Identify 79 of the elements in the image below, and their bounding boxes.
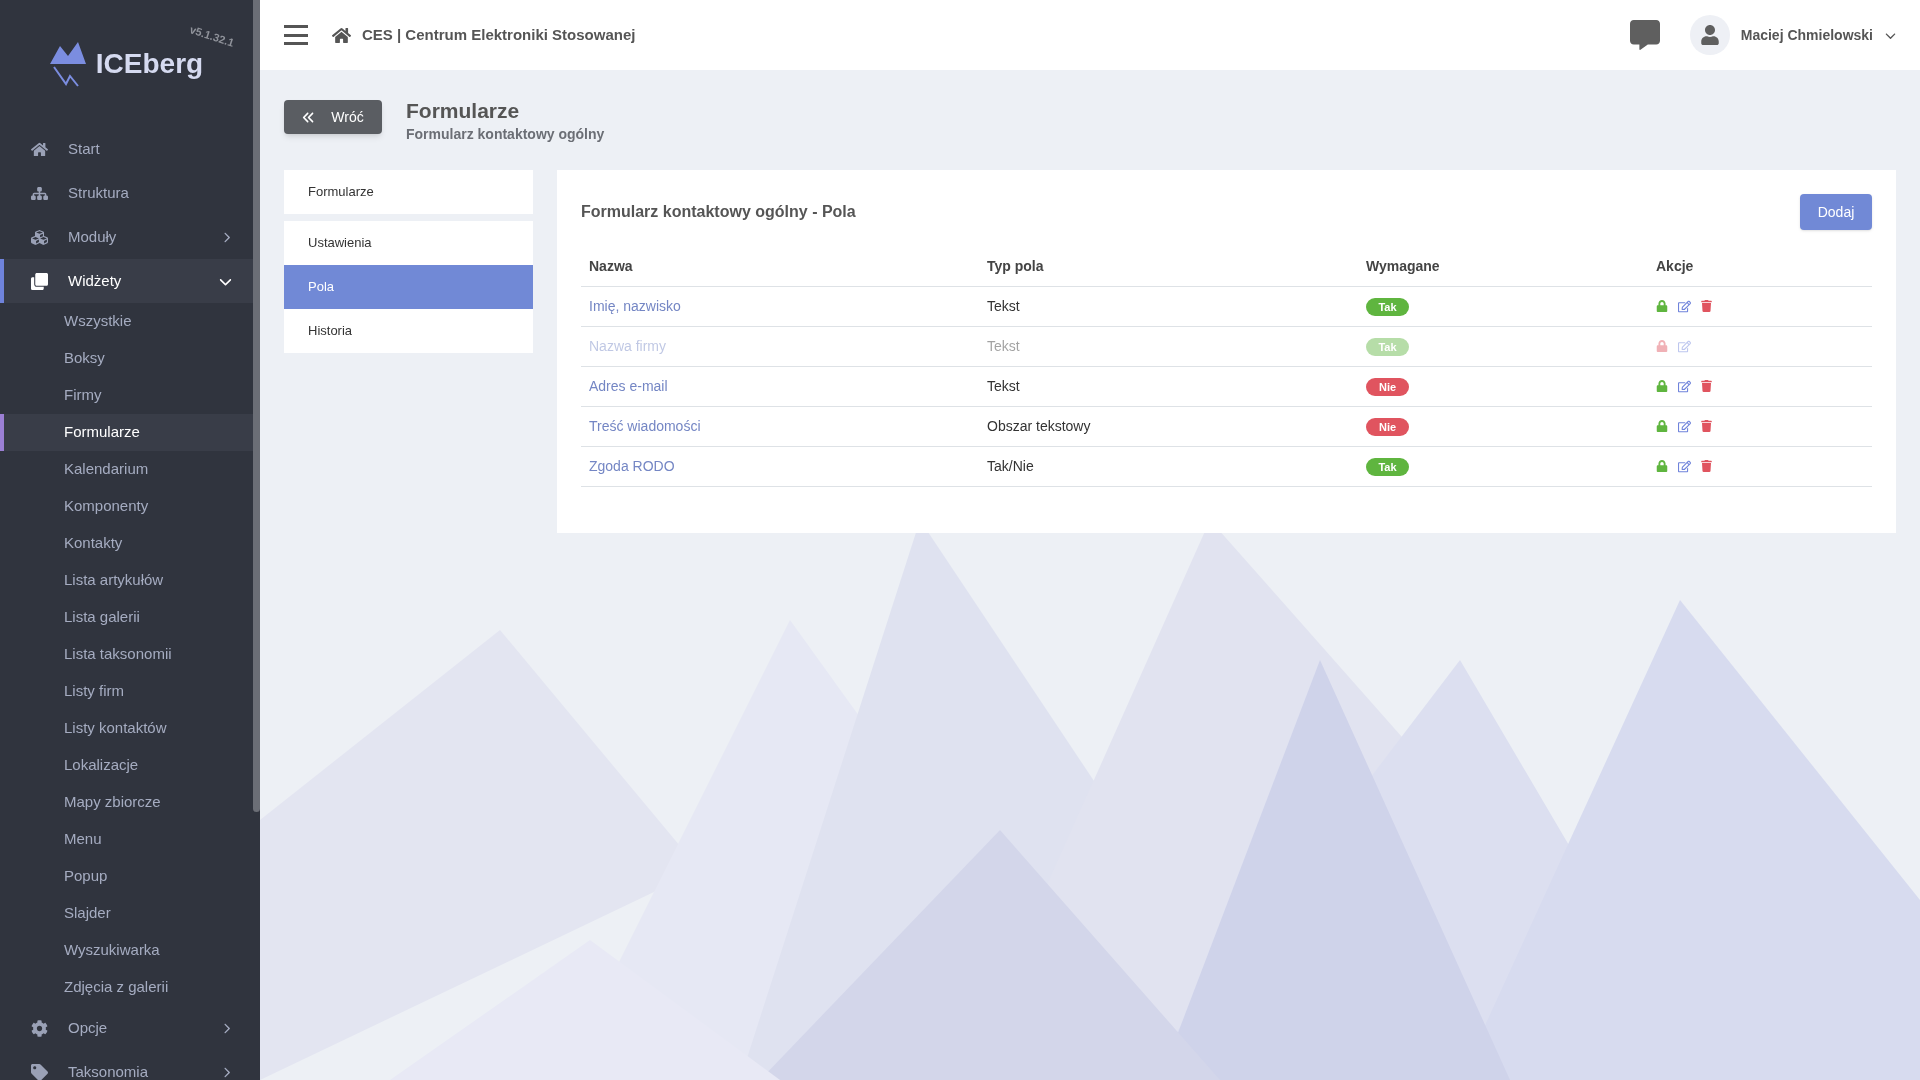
lock-icon[interactable] bbox=[1656, 300, 1668, 312]
logo-text: ICEberg bbox=[95, 47, 204, 81]
subnav-item[interactable]: Historia bbox=[284, 309, 533, 353]
user-name[interactable]: Maciej Chmielowski bbox=[1740, 24, 1873, 46]
delete-icon[interactable] bbox=[1701, 420, 1712, 432]
field-name-link[interactable]: Imię, nazwisko bbox=[589, 297, 681, 314]
field-name-link[interactable]: Adres e-mail bbox=[589, 377, 668, 394]
delete-icon[interactable] bbox=[1701, 380, 1712, 392]
breadcrumb[interactable]: CES | Centrum Elektroniki Stosowanej bbox=[362, 23, 636, 47]
sidebar-subitem[interactable]: Kalendarium bbox=[0, 451, 253, 488]
table-cell: Tak/Nie bbox=[979, 446, 1358, 486]
column-header: Nazwa bbox=[581, 248, 979, 286]
column-header: Akcje bbox=[1648, 248, 1872, 286]
sidebar-item[interactable]: Start bbox=[0, 127, 253, 171]
sidebar-subitem[interactable]: Slajder bbox=[0, 895, 253, 932]
scrollbar[interactable] bbox=[253, 0, 260, 812]
sidebar-subitem[interactable]: Zdjęcia z galerii bbox=[0, 969, 253, 1006]
table-cell: Tekst bbox=[979, 326, 1358, 366]
required-badge: Tak bbox=[1366, 337, 1409, 356]
required-badge: Nie bbox=[1366, 377, 1409, 396]
double-chevron-left-icon bbox=[302, 110, 316, 124]
sidebar-subitem[interactable]: Firmy bbox=[0, 377, 253, 414]
column-header: Wymagane bbox=[1358, 248, 1648, 286]
sidebar-subitem[interactable]: Lokalizacje bbox=[0, 747, 253, 784]
back-button[interactable]: Wróć bbox=[284, 100, 382, 134]
required-badge: Tak bbox=[1366, 297, 1409, 316]
sidebar-subitem[interactable]: Wszystkie bbox=[0, 303, 253, 340]
lock-icon[interactable] bbox=[1656, 420, 1668, 432]
sidebar-subitem[interactable]: Lista galerii bbox=[0, 599, 253, 636]
subnav-item[interactable]: Formularze bbox=[284, 170, 533, 214]
sidebar-subitem[interactable]: Formularze bbox=[0, 414, 253, 451]
field-name-link[interactable]: Treść wiadomości bbox=[589, 417, 701, 434]
edit-icon[interactable] bbox=[1678, 459, 1691, 473]
page-title: Formularze bbox=[406, 98, 521, 124]
edit-icon[interactable] bbox=[1678, 299, 1691, 313]
home-icon[interactable] bbox=[332, 25, 351, 45]
menu-icon[interactable] bbox=[284, 25, 308, 45]
sidebar-subitem[interactable]: Listy kontaktów bbox=[0, 710, 253, 747]
sidebar-subitem[interactable]: Mapy zbiorcze bbox=[0, 784, 253, 821]
sidebar-subitem[interactable]: Wyszukiwarka bbox=[0, 932, 253, 969]
table-cell: Tekst bbox=[979, 286, 1358, 326]
field-name-link[interactable]: Zgoda RODO bbox=[589, 457, 675, 474]
sidebar-subitem[interactable]: Kontakty bbox=[0, 525, 253, 562]
chat-icon[interactable] bbox=[1629, 20, 1660, 50]
subnav-item[interactable]: Ustawienia bbox=[284, 221, 533, 265]
required-badge: Tak bbox=[1366, 457, 1409, 476]
edit-icon[interactable] bbox=[1678, 419, 1691, 433]
edit-icon[interactable] bbox=[1678, 379, 1691, 393]
sidebar-subitem[interactable]: Komponenty bbox=[0, 488, 253, 525]
sidebar-subitem[interactable]: Lista artykułów bbox=[0, 562, 253, 599]
copy-icon bbox=[31, 272, 48, 290]
sidebar-subitem[interactable]: Lista taksonomii bbox=[0, 636, 253, 673]
sidebar-subitem[interactable]: Menu bbox=[0, 821, 253, 858]
sidebar-subitem[interactable]: Listy firm bbox=[0, 673, 253, 710]
tree-icon bbox=[31, 184, 48, 202]
tag-icon bbox=[31, 1063, 48, 1080]
sidebar-subitem[interactable]: Popup bbox=[0, 858, 253, 895]
sidebar-item[interactable]: Widżety bbox=[0, 259, 253, 303]
table-cell: Tekst bbox=[979, 366, 1358, 406]
sidebar-item[interactable]: Taksonomia bbox=[0, 1050, 253, 1080]
avatar-icon[interactable] bbox=[1689, 15, 1730, 55]
sidebar-item[interactable]: Opcje bbox=[0, 1006, 253, 1050]
table-cell: Obszar tekstowy bbox=[979, 406, 1358, 446]
delete-icon[interactable] bbox=[1701, 300, 1712, 312]
delete-icon[interactable] bbox=[1701, 460, 1712, 472]
page-subtitle: Formularz kontaktowy ogólny bbox=[406, 125, 605, 144]
column-header: Typ pola bbox=[979, 248, 1358, 286]
home-icon bbox=[31, 140, 48, 158]
required-badge: Nie bbox=[1366, 417, 1409, 436]
lock-icon[interactable] bbox=[1656, 460, 1668, 472]
add-button[interactable]: Dodaj bbox=[1800, 194, 1872, 230]
sidebar-item[interactable]: Moduły bbox=[0, 215, 253, 259]
card-title: Formularz kontaktowy ogólny - Pola bbox=[581, 202, 856, 222]
cubes-icon bbox=[31, 228, 48, 246]
sidebar-subitem[interactable]: Boksy bbox=[0, 340, 253, 377]
sidebar-item[interactable]: Struktura bbox=[0, 171, 253, 215]
settings-icon bbox=[31, 1019, 48, 1037]
lock-icon[interactable] bbox=[1656, 380, 1668, 392]
subnav-item[interactable]: Pola bbox=[284, 265, 533, 309]
